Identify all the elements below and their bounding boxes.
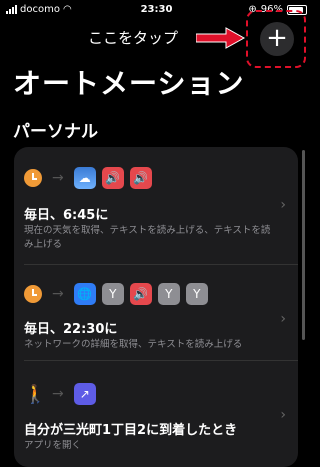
speaker-icon: 🔊 bbox=[129, 167, 152, 189]
weather-icon: ☁ bbox=[73, 167, 96, 189]
walking-person-icon: 🚶 bbox=[24, 383, 47, 405]
chevron-right-icon: › bbox=[280, 407, 286, 423]
section-header: パーソナル bbox=[13, 122, 98, 142]
speaker-icon: 🔊 bbox=[101, 167, 124, 189]
page-title: オートメーション bbox=[13, 67, 245, 100]
annotation-label: ここをタップ bbox=[88, 29, 179, 47]
highlight-box: + bbox=[246, 10, 306, 68]
automation-item[interactable]: 🚶 → ↗ 自分が三光町1丁目2に到着したとき アプリを開く › bbox=[14, 361, 298, 467]
automation-item[interactable]: → ☁ 🔊 🔊 毎日、6:45に 現在の天気を取得、テキストを読み上げる、テキス… bbox=[14, 147, 298, 264]
fork-icon: Y bbox=[157, 283, 180, 305]
automation-description: ネットワークの詳細を取得、テキストを読み上げる bbox=[24, 339, 243, 350]
clock-icon bbox=[24, 169, 42, 187]
automation-title: 毎日、22:30に bbox=[24, 322, 118, 337]
automation-title: 毎日、6:45に bbox=[24, 208, 109, 223]
add-automation-button[interactable]: + bbox=[260, 22, 294, 56]
speaker-icon: 🔊 bbox=[129, 283, 152, 305]
automation-description: 現在の天気を取得、テキストを読み上げる、テキストを読み上げる bbox=[24, 225, 271, 250]
automation-list: → ☁ 🔊 🔊 毎日、6:45に 現在の天気を取得、テキストを読み上げる、テキス… bbox=[14, 147, 298, 467]
automation-title: 自分が三光町1丁目2に到着したとき bbox=[24, 423, 238, 438]
arrow-right-icon: → bbox=[52, 386, 64, 402]
fork-icon: Y bbox=[185, 283, 208, 305]
arrow-right-icon: → bbox=[52, 286, 64, 302]
annotation-arrow-icon bbox=[196, 27, 246, 49]
open-app-arrow-icon: ↗ bbox=[73, 383, 96, 405]
chevron-right-icon: › bbox=[280, 311, 286, 327]
globe-icon: 🌐 bbox=[73, 283, 96, 305]
chevron-right-icon: › bbox=[280, 197, 286, 213]
fork-icon: Y bbox=[101, 283, 124, 305]
clock-icon bbox=[24, 285, 42, 303]
arrow-right-icon: → bbox=[52, 170, 64, 186]
scrollbar[interactable] bbox=[302, 150, 305, 340]
